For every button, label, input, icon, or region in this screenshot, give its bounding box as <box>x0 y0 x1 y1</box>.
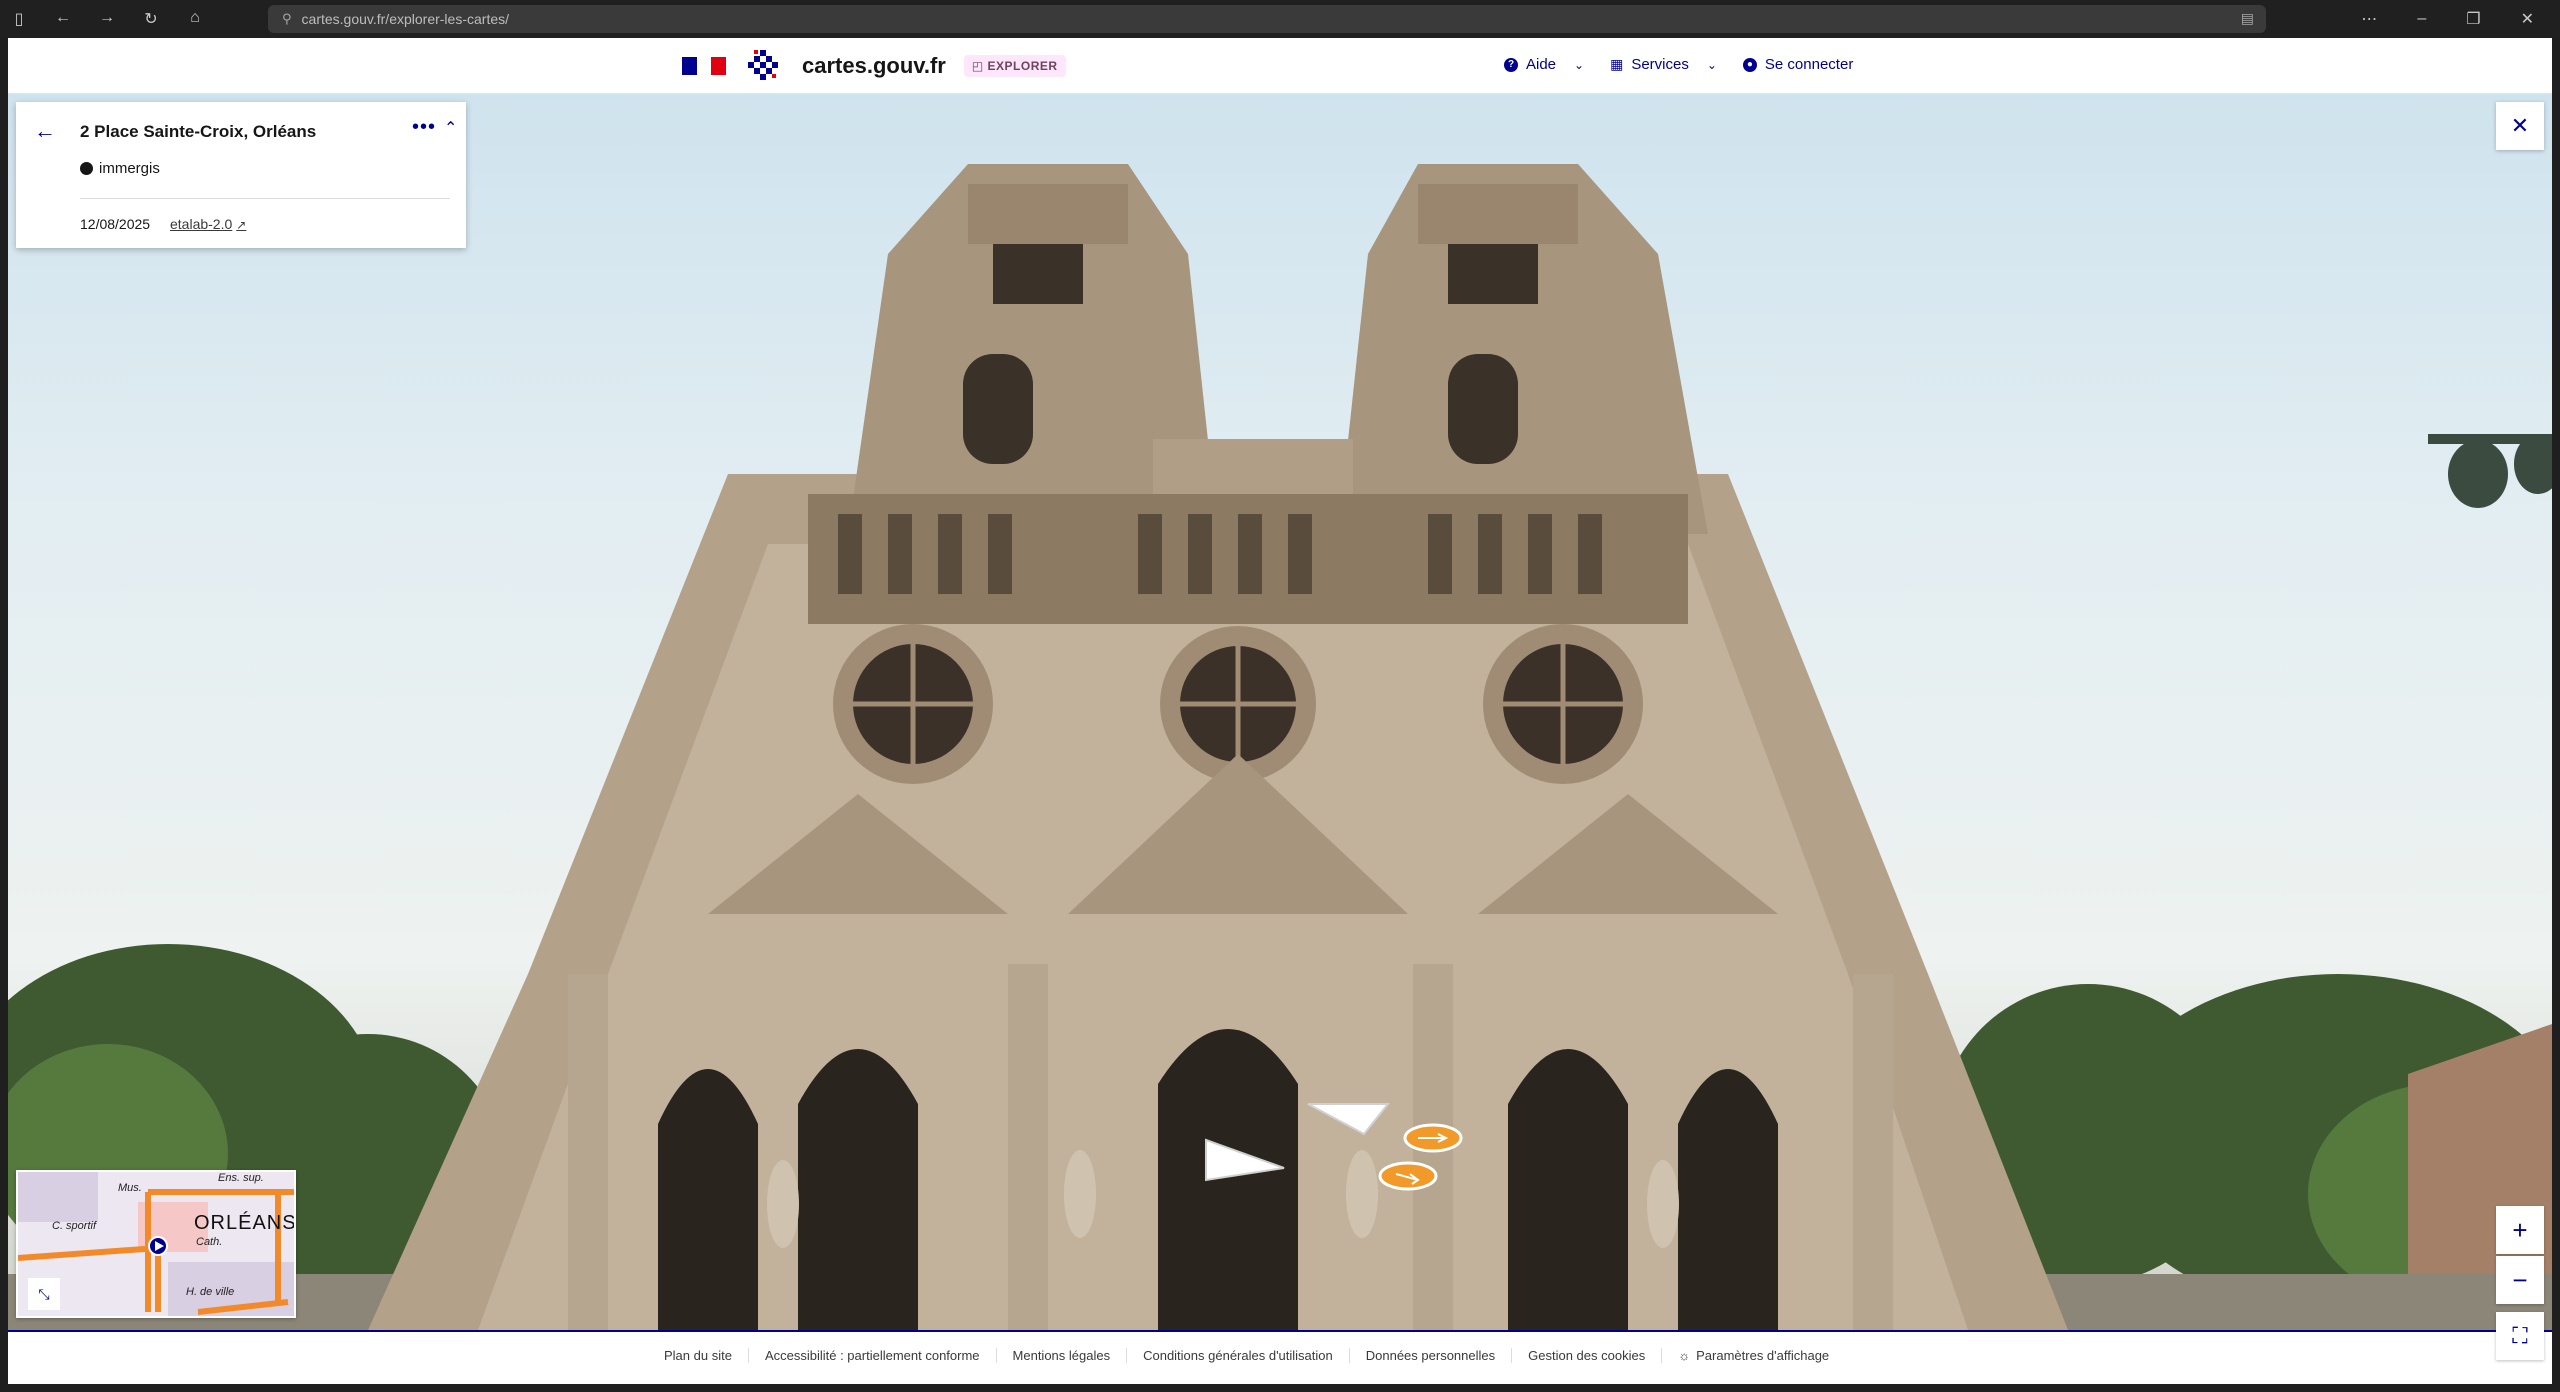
brand[interactable]: cartes.gouv.fr ◰ EXPLORER <box>682 46 1066 86</box>
chevron-up-icon[interactable]: ⌃ <box>444 118 457 138</box>
zoom-controls: + − <box>2496 1206 2544 1304</box>
badge-label: EXPLORER <box>987 59 1058 73</box>
help-icon: ? <box>1504 57 1518 72</box>
footer-link-label: Paramètres d'affichage <box>1696 1348 1830 1363</box>
footer-link[interactable]: Mentions légales <box>997 1348 1128 1363</box>
arrow-left-icon[interactable]: ← <box>34 118 56 144</box>
login-link[interactable]: ● Se connecter <box>1742 56 1854 73</box>
panorama-info-card: ← 2 Place Sainte-Croix, Orléans ••• ⌃ im… <box>16 102 466 248</box>
help-label: Aide <box>1526 56 1557 73</box>
author-name: immergis <box>99 160 160 177</box>
chevron-down-icon: ⌄ <box>1574 57 1585 72</box>
author: immergis <box>80 160 160 177</box>
login-label: Se connecter <box>1764 56 1854 73</box>
plus-icon[interactable]: + <box>2496 1206 2544 1254</box>
url-text: cartes.gouv.fr/explorer-les-cartes/ <box>301 11 510 27</box>
street-view-panorama[interactable] <box>8 94 2552 1330</box>
chevron-down-icon: ⌄ <box>1706 57 1717 72</box>
minimize-icon[interactable]: – <box>2417 10 2426 28</box>
map-label: C. sportif <box>52 1220 97 1232</box>
page: cartes.gouv.fr ◰ EXPLORER ? Aide ⌄ ▦ Ser… <box>8 38 2552 1384</box>
explorer-badge: ◰ EXPLORER <box>963 55 1066 77</box>
site-name: cartes.gouv.fr <box>802 53 946 78</box>
forward-nav-icon[interactable]: → <box>96 9 118 29</box>
footer-link[interactable]: Conditions générales d'utilisation <box>1127 1348 1350 1363</box>
user-icon: ● <box>1742 57 1757 72</box>
map-label: H. de ville <box>186 1286 235 1298</box>
display-settings-link[interactable]: ☼ Paramètres d'affichage <box>1662 1348 1845 1363</box>
minimap[interactable]: C. sportif Cath. H. de ville Mus. Ens. s… <box>16 1170 296 1318</box>
minus-icon[interactable]: − <box>2496 1256 2544 1304</box>
grid-icon: ▦ <box>1610 56 1624 72</box>
services-link[interactable]: ▦ Services ⌄ <box>1610 56 1717 73</box>
fullscreen-icon[interactable]: ⛶ <box>2496 1312 2544 1360</box>
close-icon[interactable]: ✕ <box>2496 102 2544 150</box>
shrink-map-icon[interactable]: ⤡ <box>28 1278 60 1310</box>
divider <box>80 198 450 199</box>
sidebar-toggle-icon[interactable]: ▯ <box>8 9 30 29</box>
home-icon[interactable]: ⌂ <box>184 9 206 29</box>
address-bar[interactable]: ⚲ cartes.gouv.fr/explorer-les-cartes/ ▤ <box>268 5 2266 33</box>
window-close-icon[interactable]: ✕ <box>2521 9 2534 29</box>
window-controls: ⋯ – ❐ ✕ <box>2361 0 2560 38</box>
license-link[interactable]: etalab-2.0 ↗ <box>170 216 246 232</box>
marianne-flag-icon <box>682 57 727 75</box>
map-label: Ens. sup. <box>218 1172 264 1184</box>
footer-link[interactable]: Gestion des cookies <box>1512 1348 1663 1363</box>
sun-icon: ☼ <box>1678 1348 1691 1363</box>
reload-icon[interactable]: ↻ <box>140 9 162 29</box>
cartes-logo-icon <box>748 50 778 80</box>
map-label: Mus. <box>118 1182 142 1194</box>
user-icon <box>80 162 93 175</box>
header-links: ? Aide ⌄ ▦ Services ⌄ ● Se connecter <box>1504 56 1853 73</box>
site-header: cartes.gouv.fr ◰ EXPLORER ? Aide ⌄ ▦ Ser… <box>8 38 2552 94</box>
browser-toolbar: ▯ ← → ↻ ⌂ ⚲ cartes.gouv.fr/explorer-les-… <box>0 0 2560 38</box>
reader-icon[interactable]: ▤ <box>2241 10 2254 27</box>
map-label: Cath. <box>196 1236 223 1248</box>
external-link-icon: ↗ <box>236 218 247 232</box>
footer-link[interactable]: Accessibilité : partiellement conforme <box>749 1348 997 1363</box>
cathedral-facade-image <box>8 164 2552 1330</box>
map-city-label: ORLÉANS <box>194 1212 296 1234</box>
footer-link[interactable]: Données personnelles <box>1350 1348 1513 1363</box>
site-info-icon[interactable]: ⚲ <box>282 11 292 27</box>
back-nav-icon[interactable]: ← <box>52 9 74 29</box>
site-footer: Plan du site Accessibilité : partielleme… <box>8 1330 2552 1384</box>
more-icon[interactable]: ••• <box>412 116 436 139</box>
help-link[interactable]: ? Aide ⌄ <box>1504 56 1584 73</box>
footer-links: Plan du site Accessibilité : partielleme… <box>648 1348 1845 1363</box>
restore-icon[interactable]: ❐ <box>2466 9 2480 29</box>
menu-icon[interactable]: ⋯ <box>2361 9 2377 29</box>
license-label: etalab-2.0 <box>170 216 233 232</box>
capture-date: 12/08/2025 <box>80 216 151 232</box>
footer-link[interactable]: Plan du site <box>648 1348 749 1363</box>
address-title: 2 Place Sainte-Croix, Orléans <box>80 122 317 141</box>
services-label: Services <box>1631 56 1689 73</box>
